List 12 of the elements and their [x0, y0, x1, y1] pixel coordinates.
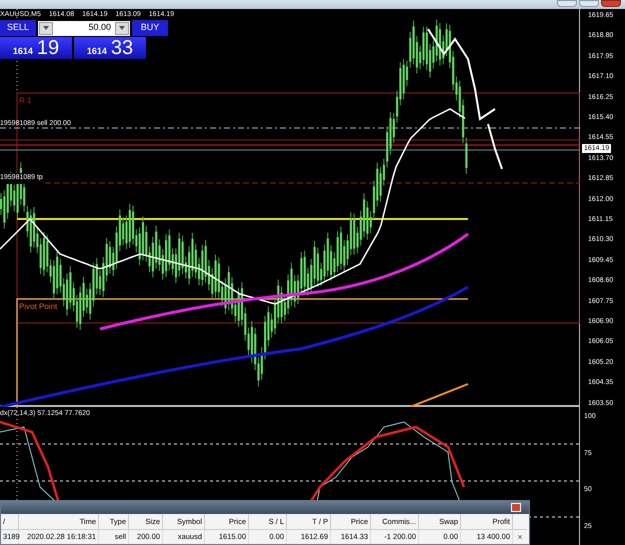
- level-label: R 1: [19, 95, 32, 107]
- spin-up-icon[interactable]: [115, 22, 129, 34]
- spin-down-icon[interactable]: [39, 22, 53, 34]
- ask-price-button[interactable]: 1614 33: [74, 37, 146, 59]
- bid-price-button[interactable]: 1614 19: [0, 37, 72, 59]
- lot-size-field[interactable]: 50.00: [38, 20, 130, 36]
- buy-button[interactable]: BUY: [132, 20, 168, 36]
- level-label: Pivot Point: [19, 301, 58, 313]
- close-order-button[interactable]: ×: [513, 530, 527, 544]
- close-button[interactable]: [601, 0, 621, 7]
- sell-button[interactable]: SELL: [0, 20, 36, 36]
- close-icon[interactable]: [511, 503, 521, 512]
